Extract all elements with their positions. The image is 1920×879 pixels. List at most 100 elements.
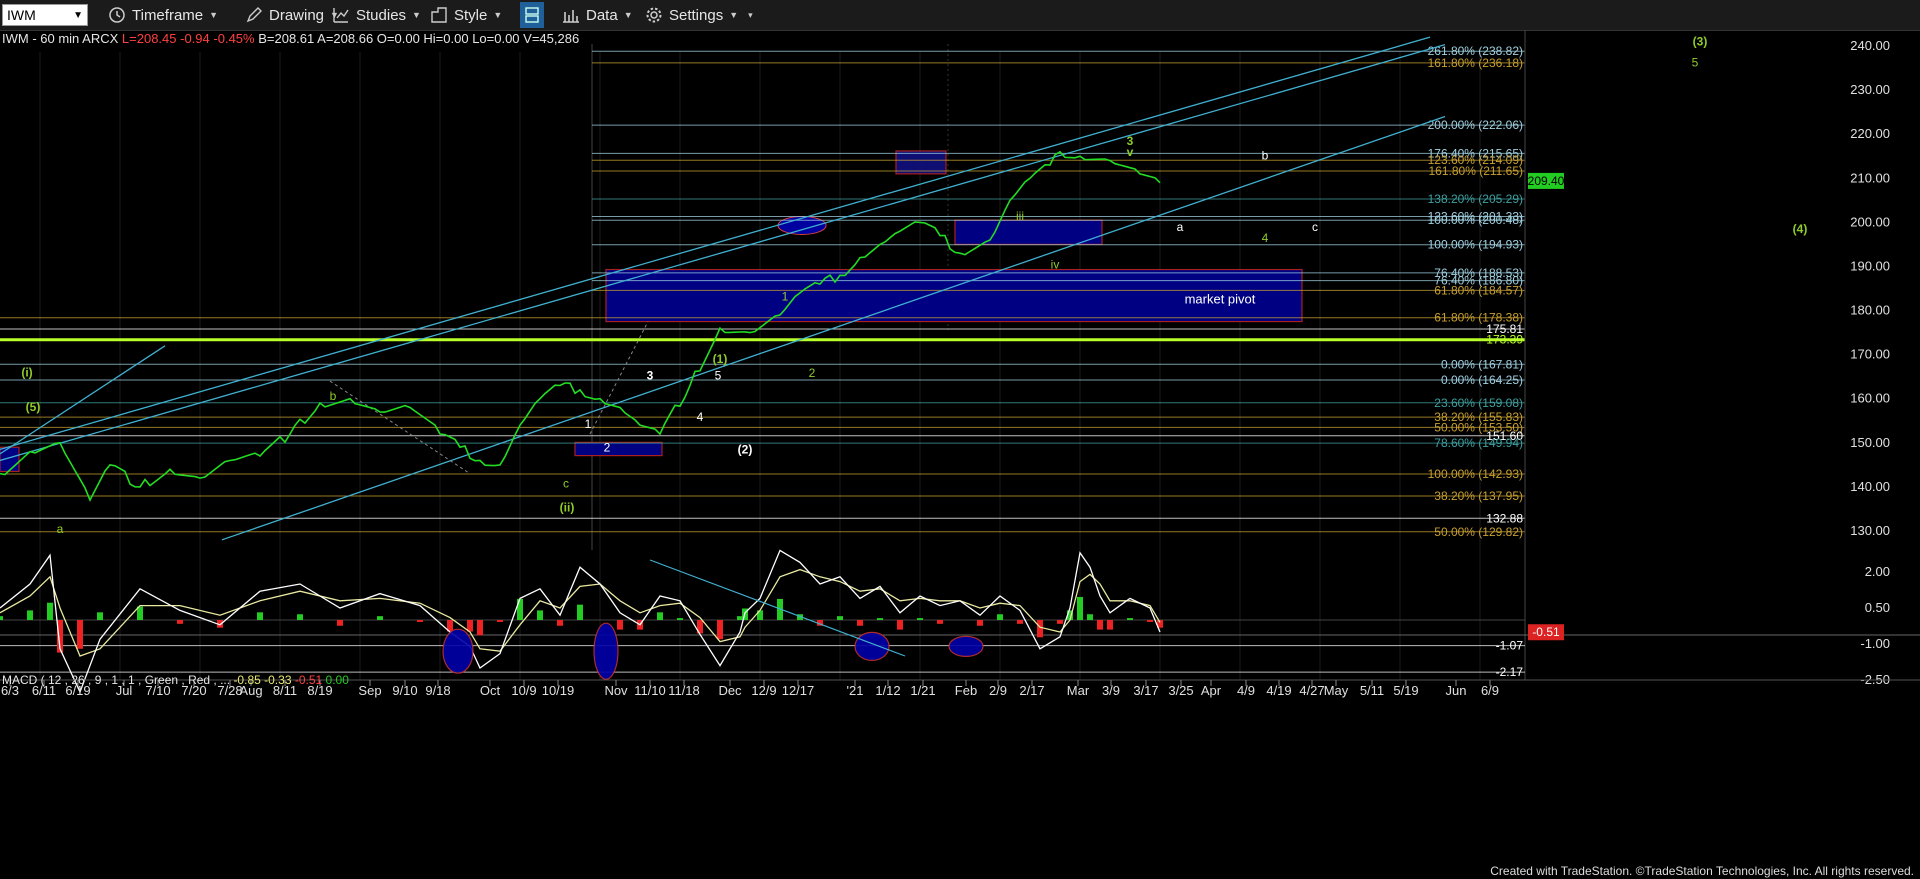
level-label: 161.80% (236.18): [1428, 56, 1523, 70]
macd-highlight-ellipse: [948, 635, 984, 658]
clock-icon: [109, 7, 125, 23]
caret-down-icon: ▼: [623, 10, 633, 20]
level-label: 173.39: [1486, 333, 1523, 347]
wave-label: b: [330, 389, 337, 403]
macd-histogram-bar: [1147, 620, 1153, 622]
price-chart[interactable]: 261.80% (238.82)161.80% (236.18)200.00% …: [0, 30, 1920, 866]
wave-label: c: [563, 476, 569, 490]
macd-value: -0.85: [233, 673, 261, 687]
wave-label: b: [1262, 148, 1269, 162]
studies-menu[interactable]: Studies ▼: [332, 4, 421, 26]
grid: [39, 44, 1481, 680]
caret-down-icon: ▼: [412, 10, 421, 20]
macd-histogram-bar: [657, 612, 663, 620]
level-label: 0.00% (167.81): [1441, 357, 1523, 371]
trend-line: [0, 36, 1431, 451]
price-tick-label: 190.00: [1850, 258, 1890, 273]
level-label: 132.88: [1486, 511, 1523, 525]
wave-label: (4): [1793, 222, 1808, 236]
macd-histogram-bar: [977, 620, 983, 626]
time-tick-label: 3/9: [1102, 683, 1120, 698]
price-tick-label: 210.00: [1850, 170, 1890, 185]
macd-trend-line: [649, 559, 906, 657]
macd-histogram-bar: [877, 618, 883, 620]
wave-label: iv: [1051, 257, 1060, 271]
macd-histogram-bar: [1017, 620, 1023, 624]
time-tick-label: 5/11: [1360, 683, 1384, 698]
macd-histogram-bar: [1087, 614, 1093, 620]
macd-histogram-bar: [937, 620, 943, 624]
level-label: 0.00% (164.25): [1441, 373, 1523, 387]
style-label: Style: [454, 6, 488, 24]
price-axis: 130.00 140.00 150.00 160.00 170.00 180.00 190.…: [1524, 30, 1890, 680]
price-tick-label: 240.00: [1850, 38, 1890, 53]
bar-chart-icon: [563, 10, 579, 23]
macd-line: [0, 549, 1161, 694]
panels-button[interactable]: [520, 2, 544, 28]
macd-histogram-bar: [0, 616, 3, 620]
macd-highlight-ellipse: [593, 622, 619, 680]
wave-label: v: [1127, 145, 1134, 159]
studies-label: Studies: [356, 6, 407, 24]
macd-histogram-bar: [997, 614, 1003, 620]
caret-down-icon: ▾: [748, 9, 753, 20]
wave-label: 5: [1692, 55, 1699, 69]
top-box: [895, 150, 947, 175]
last-price: L=208.45: [121, 31, 177, 46]
wave-label: 3: [647, 368, 654, 382]
pencil-icon: [246, 7, 262, 23]
macd-histogram-bar: [857, 620, 863, 626]
time-tick-label: 4/19: [1266, 683, 1291, 698]
level-label: 61.80% (184.57): [1434, 283, 1523, 297]
drawing-menu[interactable]: Drawing ▼: [245, 4, 339, 26]
time-tick-label: 10/19: [542, 683, 575, 698]
time-tick-label: Oct: [480, 683, 501, 698]
macd-histogram-bar: [617, 620, 623, 630]
macd-tick-label: 2.00: [1865, 564, 1890, 579]
macd-histogram-bar: [27, 610, 33, 620]
price-tick-label: 170.00: [1850, 347, 1890, 362]
time-tick-label: Dec: [718, 683, 742, 698]
macd-highlight-ellipse: [854, 631, 890, 662]
time-tick-label: 3/25: [1168, 683, 1193, 698]
panels-icon: [525, 7, 539, 23]
price-tick-label: 180.00: [1850, 303, 1890, 318]
symbol-input[interactable]: IWM ▼: [2, 4, 88, 26]
level-label: 23.60% (159.08): [1434, 396, 1523, 410]
macd-histogram-bar: [717, 620, 723, 640]
quote-info: B=208.61 A=208.66 O=0.00 Hi=0.00 Lo=0.00…: [258, 31, 580, 46]
macd-histogram-bar: [97, 612, 103, 620]
wave-label: 1: [585, 417, 592, 431]
settings-menu[interactable]: Settings ▼ ▾: [645, 4, 753, 26]
data-label: Data: [586, 6, 618, 24]
macd-tick-label: -1.00: [1860, 636, 1890, 651]
wave-label: (ii): [560, 501, 575, 515]
wave-label: (3): [1693, 35, 1708, 49]
level-label: 100.00% (194.93): [1428, 238, 1523, 252]
wave-label: 1: [782, 289, 789, 303]
time-tick-label: Feb: [955, 683, 977, 698]
price-tick-label: 160.00: [1850, 391, 1890, 406]
level-label: 78.60% (149.94): [1434, 436, 1523, 450]
wave-label: iii: [1016, 209, 1024, 223]
macd-histogram-bar: [377, 616, 383, 620]
time-tick-label: 2/9: [989, 683, 1007, 698]
timeframe-menu[interactable]: Timeframe ▼: [108, 4, 218, 26]
wave-2-box: [574, 441, 663, 457]
macd-histogram-bar: [1097, 620, 1103, 630]
symbol-text: IWM: [7, 7, 36, 23]
settings-label: Settings: [669, 6, 724, 24]
time-tick-label: 3/17: [1133, 683, 1158, 698]
style-menu[interactable]: Style ▼: [430, 4, 502, 26]
time-tick-label: 6/9: [1481, 683, 1499, 698]
time-tick-label: 1/21: [910, 683, 935, 698]
macd-diff-value: -0.51: [294, 673, 323, 687]
macd-histogram-bar: [1107, 620, 1113, 630]
macd-histogram-bar: [537, 610, 543, 620]
price-change-pct: -0.45%: [213, 31, 255, 46]
data-menu[interactable]: Data ▼: [562, 4, 633, 26]
macd-histogram-bar: [477, 620, 483, 636]
symbol-info: IWM - 60 min ARCX: [2, 31, 119, 46]
time-tick-label: Mar: [1067, 683, 1090, 698]
wave-label: (5): [26, 400, 41, 414]
